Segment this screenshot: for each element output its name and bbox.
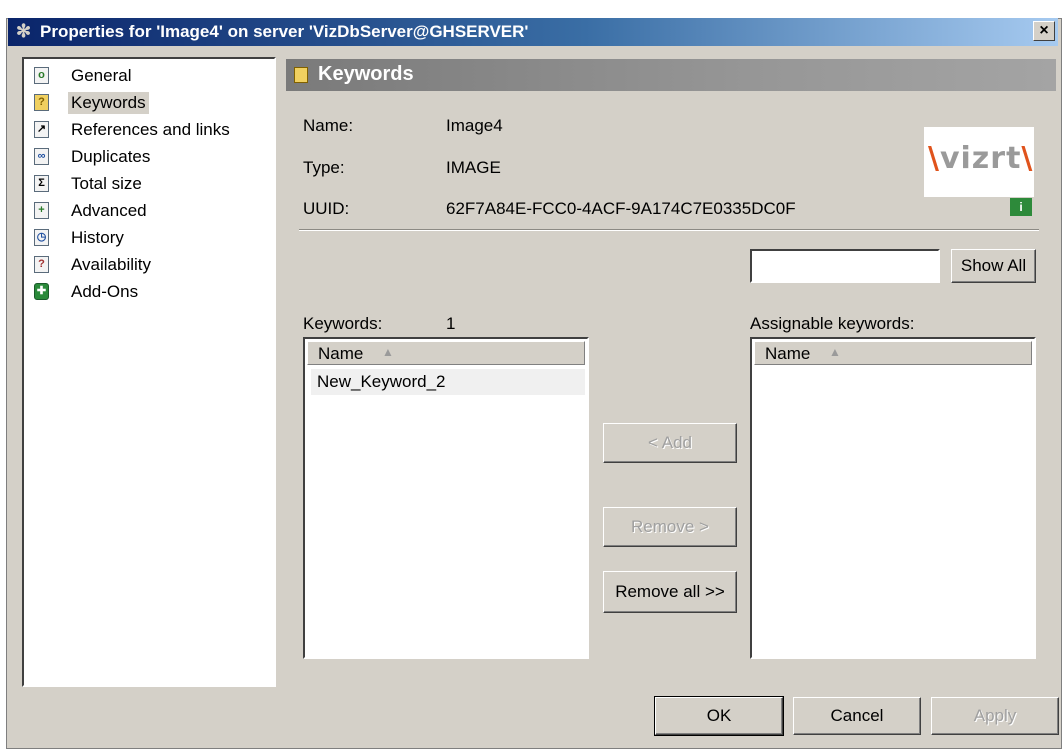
nav-item-label: Advanced: [71, 201, 147, 220]
references-icon: ↗: [34, 121, 49, 138]
ok-button[interactable]: OK: [654, 696, 784, 736]
remove-button[interactable]: Remove >: [603, 507, 737, 547]
nav-item-label: Duplicates: [71, 147, 151, 166]
advanced-icon: +: [34, 202, 49, 219]
name-label: Name:: [303, 116, 354, 135]
keywords-list[interactable]: Name ▲ New_Keyword_2: [303, 337, 589, 659]
keywords-count: 1: [446, 314, 456, 333]
duplicates-icon: ∞: [34, 148, 49, 165]
info-badge-icon: i: [1010, 198, 1032, 216]
vizrt-logo: \vizrt\: [924, 127, 1034, 197]
logo-text: vizrt: [939, 141, 1022, 176]
nav-item-label: General: [71, 66, 132, 85]
assignable-keywords-list[interactable]: Name ▲: [750, 337, 1036, 659]
availability-icon: ?: [34, 256, 49, 273]
uuid-label: UUID:: [303, 199, 350, 218]
nav-item-label: Total size: [71, 174, 142, 193]
keywords-icon: ?: [34, 94, 49, 111]
list-item[interactable]: New_Keyword_2: [311, 369, 585, 395]
keywords-icon: [294, 67, 308, 83]
name-value: Image4: [446, 116, 503, 135]
apply-button[interactable]: Apply: [931, 697, 1059, 735]
title-bar[interactable]: ✻ Properties for 'Image4' on server 'Viz…: [8, 18, 1058, 46]
type-label: Type:: [303, 158, 345, 177]
nav-item-label: Availability: [71, 255, 152, 274]
window-title: Properties for 'Image4' on server 'VizDb…: [40, 22, 529, 41]
type-value: IMAGE: [446, 158, 501, 177]
sort-ascending-icon: ▲: [382, 345, 394, 359]
divider: [299, 229, 1039, 231]
general-icon: o: [34, 67, 49, 84]
section-title: Keywords: [318, 63, 414, 85]
column-header-label: Name: [765, 344, 811, 363]
close-button[interactable]: ×: [1033, 21, 1055, 41]
sort-ascending-icon: ▲: [829, 345, 841, 359]
remove-all-button[interactable]: Remove all >>: [603, 571, 737, 613]
nav-item-label: Keywords: [68, 92, 149, 114]
total-size-icon: Σ: [34, 175, 49, 192]
uuid-value: 62F7A84E-FCC0-4ACF-9A174C7E0335DC0F: [446, 199, 796, 218]
cancel-button[interactable]: Cancel: [793, 697, 921, 735]
assignable-keywords-label: Assignable keywords:: [750, 314, 915, 333]
assignable-name-column-header[interactable]: Name ▲: [754, 341, 1032, 365]
keywords-name-column-header[interactable]: Name ▲: [307, 341, 585, 365]
history-icon: ◷: [34, 229, 49, 246]
show-all-button[interactable]: Show All: [951, 249, 1036, 283]
nav-item-label: History: [71, 228, 124, 247]
add-ons-icon: ✚: [34, 283, 49, 300]
add-button[interactable]: < Add: [603, 423, 737, 463]
section-header: Keywords: [286, 59, 1056, 91]
nav-item-label: Add-Ons: [71, 282, 139, 301]
category-list[interactable]: o General ? Keywords ↗ References and li…: [22, 57, 276, 687]
column-header-label: Name: [318, 344, 364, 363]
keywords-label: Keywords:: [303, 314, 383, 333]
nav-item-label: References and links: [71, 120, 230, 139]
app-icon: ✻: [16, 21, 32, 41]
keyword-search-input[interactable]: [750, 249, 940, 283]
